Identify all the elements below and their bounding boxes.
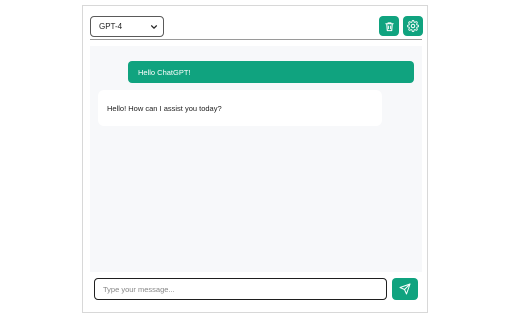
message-input[interactable] bbox=[94, 278, 387, 300]
gear-icon bbox=[407, 20, 419, 32]
clear-chat-button[interactable] bbox=[379, 16, 399, 36]
chat-window: GPT-4 Hello ChatGPT! Hello! How can I as… bbox=[82, 5, 428, 313]
message-list: Hello ChatGPT! Hello! How can I assist y… bbox=[90, 46, 422, 272]
composer bbox=[90, 274, 422, 308]
header-bar: GPT-4 bbox=[90, 14, 423, 40]
model-select[interactable]: GPT-4 bbox=[90, 16, 164, 37]
model-select-value: GPT-4 bbox=[99, 22, 123, 31]
trash-icon bbox=[384, 21, 394, 31]
user-message: Hello ChatGPT! bbox=[128, 61, 414, 83]
settings-button[interactable] bbox=[403, 16, 423, 36]
send-button[interactable] bbox=[392, 278, 418, 300]
assistant-message: Hello! How can I assist you today? bbox=[98, 90, 382, 126]
send-icon bbox=[399, 283, 411, 295]
chevron-down-icon bbox=[150, 25, 158, 29]
